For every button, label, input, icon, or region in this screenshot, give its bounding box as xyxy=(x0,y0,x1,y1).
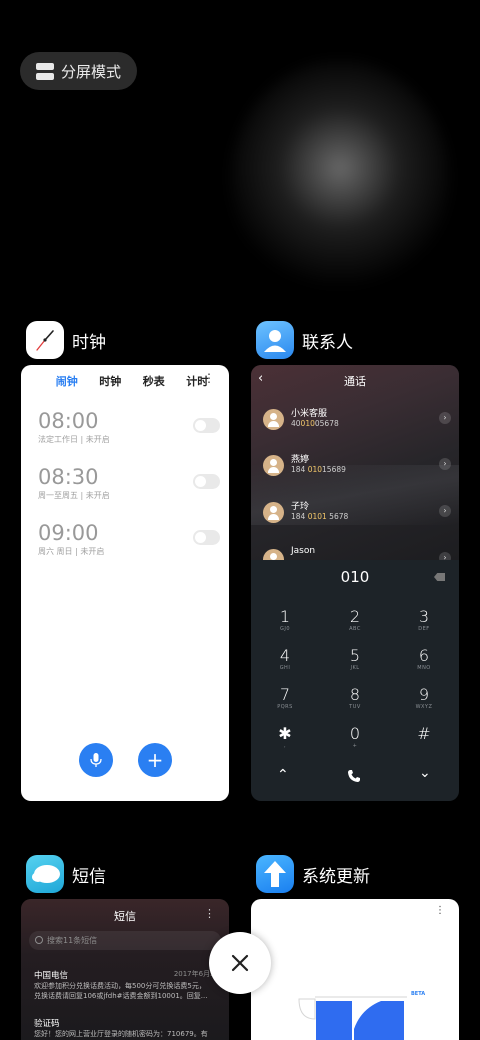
sms-sender: 验证码 xyxy=(34,1019,60,1029)
app-header-contacts[interactable]: 联系人 xyxy=(256,321,353,359)
chevron-right-icon[interactable]: › xyxy=(439,458,451,470)
chevron-up-icon[interactable]: ⌃ xyxy=(277,767,289,783)
alarm-time: 09:00 xyxy=(38,521,99,545)
chevron-down-icon[interactable]: ⌄ xyxy=(419,765,431,781)
contacts-title: 通话 xyxy=(344,375,366,388)
contacts-app-title: 联系人 xyxy=(302,332,353,353)
avatar xyxy=(263,409,284,430)
app-header-update[interactable]: 系统更新 xyxy=(256,855,370,893)
dial-input[interactable]: 010 xyxy=(251,568,459,586)
contacts-app-card[interactable]: ‹ 通话 小米客服 4001005678 › 燕婷 184 01015689 ›… xyxy=(251,365,459,801)
sms-app-title: 短信 xyxy=(72,866,106,887)
app-header-clock[interactable]: 时钟 xyxy=(26,321,106,359)
dial-key[interactable]: 8 TUV xyxy=(335,686,375,711)
alarm-desc: 周六 周日 | 未开启 xyxy=(38,547,105,556)
sms-preview: 兑换话费请回复106或jfdh#话费金额到10001。回复... xyxy=(34,992,208,1000)
clock-app-icon xyxy=(26,321,64,359)
alarm-item[interactable]: 08:00 法定工作日 | 未开启 xyxy=(38,409,220,445)
alarm-time: 08:30 xyxy=(38,465,99,489)
update-app-icon xyxy=(256,855,294,893)
sms-preview: 您好！您的网上营业厅登录的随机密码为：710679。有 xyxy=(34,1030,208,1038)
contact-number: 184 01015689 xyxy=(291,465,346,474)
dial-key[interactable]: 2 ABC xyxy=(335,608,375,633)
more-icon[interactable]: ⋮ xyxy=(204,907,215,920)
sms-search-input[interactable]: 搜索11条短信 xyxy=(29,931,221,950)
app-header-sms[interactable]: 短信 xyxy=(26,855,106,893)
update-app-title: 系统更新 xyxy=(302,866,370,887)
clock-app-title: 时钟 xyxy=(72,332,106,353)
dial-key[interactable]: ✱, xyxy=(265,725,305,750)
alarm-item[interactable]: 09:00 周六 周日 | 未开启 xyxy=(38,521,220,557)
tab-clock[interactable]: 时钟 xyxy=(99,373,121,389)
more-icon[interactable]: ⋮ xyxy=(203,371,215,385)
chevron-right-icon[interactable]: › xyxy=(439,552,451,560)
update-app-card[interactable]: ⋮ BETA xyxy=(251,899,459,1040)
split-screen-button[interactable]: 分屏模式 xyxy=(20,52,137,90)
contact-number: 4001005678 xyxy=(291,419,339,428)
tab-alarm[interactable]: 闹钟 xyxy=(56,373,78,389)
add-alarm-button[interactable]: + xyxy=(138,743,172,777)
call-button[interactable] xyxy=(347,769,361,787)
close-icon xyxy=(231,954,249,972)
alarm-item[interactable]: 08:30 周一至周五 | 未开启 xyxy=(38,465,220,501)
dial-key[interactable]: 7 PQRS xyxy=(265,686,305,711)
avatar xyxy=(263,455,284,476)
dial-key[interactable]: 9 WXYZ xyxy=(404,686,444,711)
sms-thread[interactable]: 中国电信 2017年6月30 欢迎参加积分兑换话费活动，每500分可兑换话费5元… xyxy=(34,969,219,1001)
contact-number: 184 0101 5678 xyxy=(291,512,349,521)
dial-key[interactable]: 1 GJ0 xyxy=(265,608,305,633)
chevron-right-icon[interactable]: › xyxy=(439,505,451,517)
contact-name: 小米客服 xyxy=(291,409,328,419)
dial-key[interactable]: 4 GHI xyxy=(265,647,305,672)
voice-alarm-button[interactable] xyxy=(79,743,113,777)
alarm-time: 08:00 xyxy=(38,409,99,433)
dial-key[interactable]: 3 DEF xyxy=(404,608,444,633)
avatar xyxy=(263,549,284,560)
contact-row[interactable]: 燕婷 184 01015689 › xyxy=(263,452,451,482)
contact-name: 子玲 xyxy=(291,502,310,512)
phone-icon xyxy=(348,770,360,782)
chevron-right-icon[interactable]: › xyxy=(439,412,451,424)
clear-all-button[interactable] xyxy=(209,932,271,994)
dial-key[interactable]: # xyxy=(404,725,444,750)
sms-preview: 欢迎参加积分兑换话费活动，每500分可兑换话费5元， xyxy=(34,982,206,990)
alarm-toggle[interactable] xyxy=(193,474,220,489)
contact-row[interactable]: Jason › xyxy=(263,546,451,560)
sms-thread[interactable]: 验证码 您好！您的网上营业厅登录的随机密码为：710679。有 xyxy=(34,1017,219,1039)
dial-key[interactable]: 6 MNO xyxy=(404,647,444,672)
alarm-toggle[interactable] xyxy=(193,418,220,433)
alarm-toggle[interactable] xyxy=(193,530,220,545)
sms-title: 短信 xyxy=(114,910,136,923)
contact-row[interactable]: 子玲 184 0101 5678 › xyxy=(263,499,451,529)
beta-label: BETA xyxy=(411,991,426,997)
dial-key[interactable]: 0 + xyxy=(335,725,375,750)
clock-app-card[interactable]: 闹钟 时钟 秒表 计时 ⋮ 08:00 法定工作日 | 未开启 08:30 周一… xyxy=(21,365,229,801)
dial-key[interactable]: 5 JKL xyxy=(335,647,375,672)
plus-icon: + xyxy=(146,748,164,772)
alarm-desc: 法定工作日 | 未开启 xyxy=(38,435,110,444)
sms-app-icon xyxy=(26,855,64,893)
alarm-desc: 周一至周五 | 未开启 xyxy=(38,491,110,500)
microphone-icon xyxy=(90,753,102,767)
contacts-app-icon xyxy=(256,321,294,359)
contact-row[interactable]: 小米客服 4001005678 › xyxy=(263,406,451,436)
sms-app-card[interactable]: 短信 ⋮ 搜索11条短信 中国电信 2017年6月30 欢迎参加积分兑换话费活动… xyxy=(21,899,229,1040)
contact-name: Jason xyxy=(291,546,316,556)
split-screen-icon xyxy=(36,62,54,80)
contact-name: 燕婷 xyxy=(291,455,310,465)
split-screen-label: 分屏模式 xyxy=(61,62,122,81)
tab-stopwatch[interactable]: 秒表 xyxy=(143,373,165,389)
clock-tabs: 闹钟 时钟 秒表 计时 xyxy=(21,365,229,389)
update-graphic xyxy=(298,996,407,1040)
wallpaper-glow xyxy=(230,60,450,300)
avatar xyxy=(263,502,284,523)
